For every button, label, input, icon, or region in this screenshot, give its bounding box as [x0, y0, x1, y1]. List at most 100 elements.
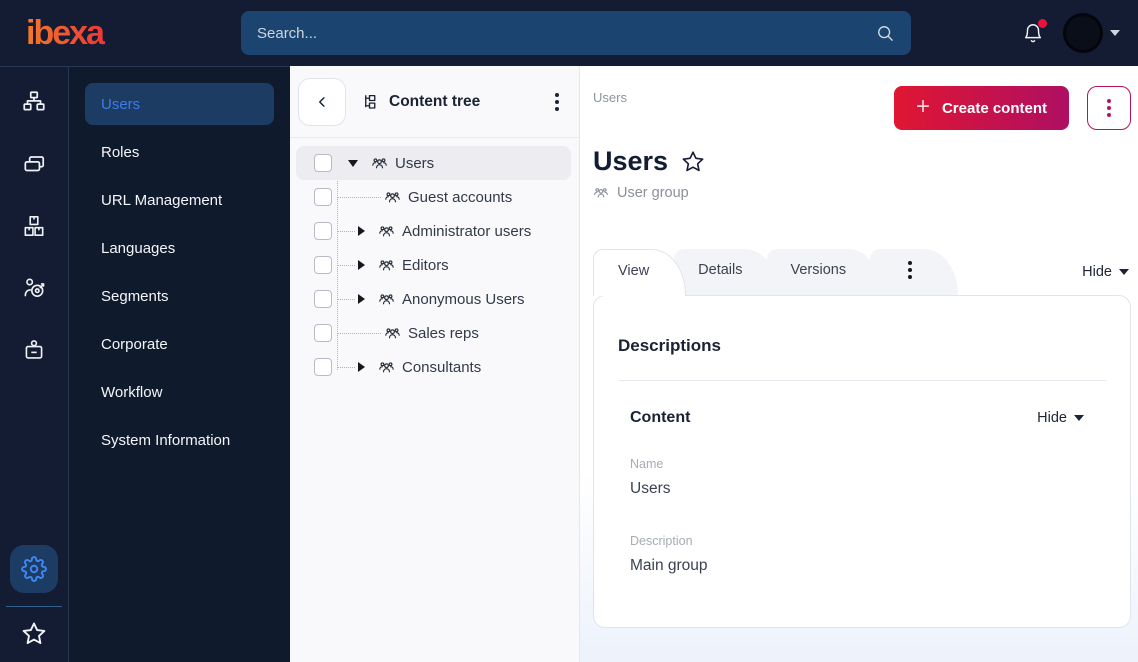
create-content-label: Create content — [941, 99, 1047, 117]
card-divider — [618, 380, 1106, 381]
tree-item-anonymous-users[interactable]: Anonymous Users — [296, 282, 571, 316]
sidebar-item-url-management[interactable]: URL Management — [85, 179, 274, 221]
field-value: Users — [630, 480, 671, 497]
content-type-label: User group — [617, 185, 689, 201]
tree-connector — [337, 366, 355, 368]
star-icon — [22, 622, 46, 645]
tree-item-label: Anonymous Users — [402, 290, 525, 308]
ibexa-logo[interactable]: ibexa — [26, 14, 241, 53]
avatar[interactable] — [1066, 16, 1100, 50]
tree-checkbox[interactable] — [314, 154, 332, 172]
expand-node-icon[interactable] — [358, 226, 365, 236]
tree-item-editors[interactable]: Editors — [296, 248, 571, 282]
favorite-star-icon[interactable] — [680, 149, 706, 175]
admin-badge-icon[interactable] — [21, 337, 47, 363]
expand-node-icon[interactable] — [358, 294, 365, 304]
field-description: Description Main group — [630, 534, 1106, 575]
rail-divider — [6, 606, 62, 607]
tree-item-users[interactable]: Users — [296, 146, 571, 180]
user-group-icon — [379, 259, 394, 270]
tree-checkbox[interactable] — [314, 188, 332, 206]
sitemap-icon[interactable] — [21, 89, 47, 115]
topbar: ibexa — [0, 0, 1138, 66]
app-window: ibexa Search... Users Roles URL Manageme… — [0, 0, 1138, 662]
field-label: Name — [630, 457, 664, 471]
field-label: Description — [630, 534, 693, 548]
sidebar-item-workflow[interactable]: Workflow — [85, 371, 274, 413]
tabs: View Details Versions Hide — [593, 249, 1131, 296]
tree-connector — [337, 230, 355, 232]
user-group-icon — [379, 225, 394, 236]
settings-button[interactable] — [10, 545, 58, 593]
tree-checkbox[interactable] — [314, 290, 332, 308]
expand-node-icon[interactable] — [358, 362, 365, 372]
boxes-icon[interactable] — [21, 213, 47, 239]
user-group-icon — [372, 157, 387, 168]
tree-checkbox[interactable] — [314, 358, 332, 376]
user-group-icon — [385, 191, 400, 202]
tree-item-sales-reps[interactable]: Sales reps — [296, 316, 571, 350]
field-value: Main group — [630, 557, 708, 574]
content-tree-list: Users Guest accounts Administrator users… — [290, 138, 579, 384]
user-group-icon — [385, 327, 400, 338]
page-options-button[interactable] — [1087, 86, 1131, 130]
hide-section-toggle[interactable]: Hide — [1037, 410, 1084, 426]
gear-icon — [21, 556, 47, 582]
collapse-tree-button[interactable] — [298, 77, 346, 126]
tab-view[interactable]: View — [593, 249, 687, 296]
sidebar-item-languages[interactable]: Languages — [85, 227, 274, 269]
tree-item-label: Administrator users — [402, 222, 532, 240]
section-title: Content — [630, 409, 691, 426]
tree-item-administrator-users[interactable]: Administrator users — [296, 214, 571, 248]
collapse-node-icon[interactable] — [348, 159, 358, 167]
tree-checkbox[interactable] — [314, 222, 332, 240]
breadcrumb[interactable]: Users — [593, 86, 627, 105]
bookmarks-button[interactable] — [20, 620, 48, 648]
tree-item-label: Sales reps — [408, 324, 479, 342]
tree-item-label: Guest accounts — [408, 188, 513, 206]
tree-checkbox[interactable] — [314, 256, 332, 274]
tree-item-label: Consultants — [402, 358, 482, 376]
tree-item-label: Users — [395, 154, 435, 172]
pages-icon[interactable] — [21, 151, 47, 177]
descriptions-card: Descriptions Content Hide Name Users Des… — [593, 295, 1131, 628]
search-icon[interactable] — [875, 23, 895, 43]
create-content-button[interactable]: + Create content — [893, 86, 1069, 130]
tree-item-consultants[interactable]: Consultants — [296, 350, 571, 384]
tree-item-label: Editors — [402, 256, 449, 274]
tab-details[interactable]: Details — [674, 249, 779, 295]
search-input[interactable] — [257, 24, 875, 42]
user-group-icon — [379, 361, 394, 372]
tree-checkbox[interactable] — [314, 324, 332, 342]
tree-connector — [337, 332, 381, 334]
tree-item-guest-accounts[interactable]: Guest accounts — [296, 180, 571, 214]
sidebar-item-segments[interactable]: Segments — [85, 275, 274, 317]
tab-versions[interactable]: Versions — [766, 249, 883, 295]
notification-dot — [1038, 19, 1047, 28]
sidebar-item-corporate[interactable]: Corporate — [85, 323, 274, 365]
kebab-icon — [902, 255, 918, 285]
card-heading: Descriptions — [618, 336, 721, 355]
global-search — [241, 11, 911, 55]
content-tree-title: Content tree — [389, 92, 481, 110]
chevron-left-icon — [319, 96, 325, 107]
tree-connector — [337, 196, 381, 198]
hide-all-toggle[interactable]: Hide — [1082, 264, 1129, 280]
sidebar-item-system-information[interactable]: System Information — [85, 419, 274, 461]
sidebar-item-users[interactable]: Users — [85, 83, 274, 125]
main-content: Users + Create content Users User group … — [580, 66, 1138, 662]
expand-node-icon[interactable] — [358, 260, 365, 270]
tree-options-button[interactable] — [549, 87, 565, 117]
tab-more-button[interactable] — [870, 249, 959, 295]
sidebar-item-roles[interactable]: Roles — [85, 131, 274, 173]
hide-label: Hide — [1082, 264, 1112, 280]
hide-label: Hide — [1037, 410, 1067, 426]
content-tree-header: Content tree — [290, 66, 579, 138]
user-group-icon — [594, 188, 608, 198]
personalization-target-icon[interactable] — [21, 275, 47, 301]
chevron-down-icon[interactable] — [1110, 30, 1120, 36]
tree-icon — [365, 94, 376, 109]
notifications-button[interactable] — [1022, 19, 1047, 44]
content-tree-panel: Content tree Users Guest accounts Admini… — [290, 66, 580, 662]
user-group-icon — [379, 293, 394, 304]
